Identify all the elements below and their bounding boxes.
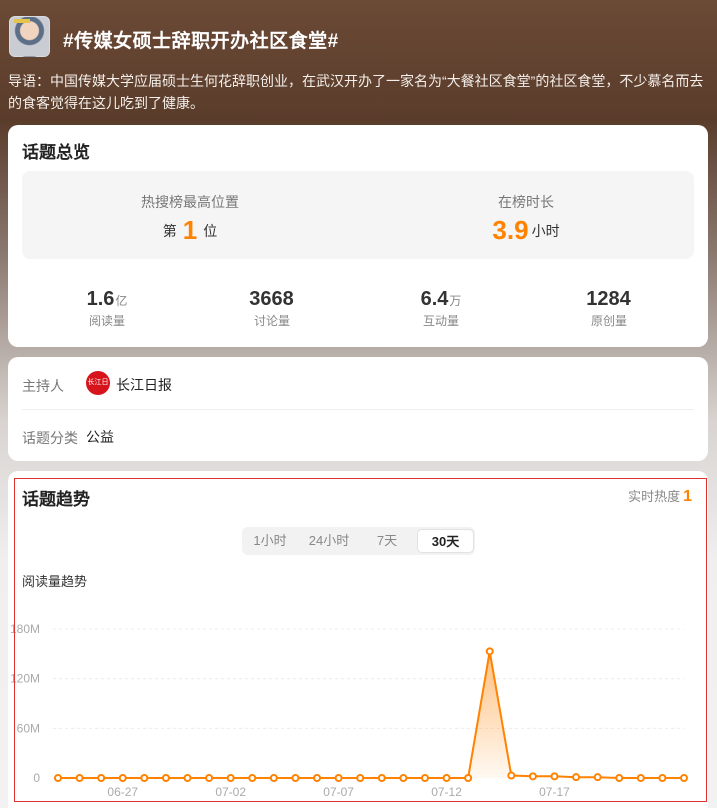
stat-caption: 讨论量: [253, 314, 290, 328]
data-point: [54, 774, 62, 782]
series-line: [58, 651, 684, 779]
data-point: [118, 774, 127, 782]
stat-caption: 原创量: [590, 314, 627, 328]
data-point: [140, 774, 149, 782]
rank-duration: 在榜时长 3.9 小时: [358, 171, 694, 259]
data-point: [226, 774, 235, 782]
rank-number: 1: [182, 215, 198, 245]
data-point: [334, 774, 343, 782]
data-point: [269, 774, 278, 782]
duration-number: 3.9: [492, 215, 529, 245]
data-point: [313, 774, 322, 782]
trend-card: 话题趋势 实时热度 1 1小时 24小时 7天 30天 阅读量趋势 0 60M 120…: [8, 471, 708, 808]
y-tick-label: 180M: [10, 622, 40, 636]
data-point: [377, 774, 386, 782]
data-point: [205, 774, 214, 782]
data-point: [593, 773, 602, 782]
data-point: [75, 774, 84, 782]
rank-suffix: 位: [203, 223, 218, 239]
x-tick-label: 07-02: [215, 785, 246, 799]
data-point: [183, 774, 192, 782]
data-point: [658, 774, 667, 782]
topic-thumbnail: [9, 16, 50, 57]
topic-intro: 导语：中国传媒大学应届硕士生何花辞职创业，在武汉开办了一家名为“大餐社区食堂”的…: [8, 73, 704, 111]
stat-unit: 亿: [115, 294, 128, 308]
host-label: 主持人: [22, 378, 64, 394]
stat-caption: 阅读量: [88, 314, 125, 328]
x-tick-label: 07-17: [539, 785, 570, 799]
data-point: [507, 771, 516, 780]
topic-header: #传媒女硕士辞职开办社区食堂# 导语：中国传媒大学应届硕士生何花辞职创业，在武汉…: [0, 0, 717, 125]
x-tick-label: 07-12: [431, 785, 462, 799]
category-label: 话题分类: [22, 430, 78, 446]
stat-num: 1284: [586, 288, 631, 310]
stat-discussions: 3668 讨论量: [185, 288, 359, 329]
data-point: [464, 774, 473, 782]
data-point: [399, 774, 408, 782]
rank-position-label: 热搜榜最高位置: [141, 194, 239, 210]
data-point: [97, 774, 106, 782]
y-tick-label: 60M: [17, 721, 40, 735]
stat-caption: 互动量: [422, 314, 459, 328]
stat-unit: 万: [449, 294, 462, 308]
data-point: [356, 774, 365, 782]
data-point: [528, 772, 537, 781]
data-point: [420, 774, 429, 782]
data-point: [485, 647, 494, 656]
host-logo-icon[interactable]: 长江日報: [86, 371, 110, 395]
stat-originals: 1284 原创量: [522, 288, 696, 329]
rank-duration-value: 3.9 小时: [358, 215, 694, 246]
category-value: 公益: [86, 429, 114, 445]
data-point: [550, 772, 559, 781]
stat-num: 1.6: [86, 288, 115, 310]
data-point: [442, 774, 451, 782]
overview-card: 话题总览 热搜榜最高位置 第1位 在榜时长 3.9 小时 1.6亿 阅读量 366…: [8, 125, 708, 347]
stat-reads: 1.6亿 阅读量: [20, 288, 194, 329]
y-tick-label: 120M: [10, 672, 40, 686]
rank-position-value: 第1位: [22, 215, 358, 246]
overview-title: 话题总览: [22, 143, 90, 162]
y-tick-label: 0: [33, 771, 40, 785]
stat-interactions: 6.4万 互动量: [354, 288, 528, 329]
x-tick-label: 06-27: [107, 785, 138, 799]
x-tick-label: 07-07: [323, 785, 354, 799]
data-point: [636, 774, 645, 782]
divider: [22, 409, 694, 410]
rank-position: 热搜榜最高位置 第1位: [22, 171, 358, 259]
duration-unit: 小时: [531, 223, 560, 239]
data-point: [615, 774, 624, 782]
rank-summary: 热搜榜最高位置 第1位 在榜时长 3.9 小时: [22, 171, 694, 259]
topic-title: #传媒女硕士辞职开办社区食堂#: [63, 31, 339, 52]
stat-num: 6.4: [420, 288, 449, 310]
data-point: [572, 773, 581, 782]
data-point: [680, 774, 688, 782]
rank-duration-label: 在榜时长: [498, 194, 554, 210]
stat-num: 3668: [249, 288, 294, 310]
series-area: [58, 651, 684, 778]
data-point: [248, 774, 257, 782]
data-point: [291, 774, 300, 782]
info-card: 主持人 长江日報 长江日报 话题分类 公益: [8, 357, 708, 461]
read-trend-chart: 0 60M 120M 180M 06-27 07-02 07-07 07-12 07-17: [10, 622, 688, 799]
data-point: [161, 774, 170, 782]
host-name-link[interactable]: 长江日报: [116, 375, 172, 395]
rank-prefix: 第: [162, 223, 177, 239]
